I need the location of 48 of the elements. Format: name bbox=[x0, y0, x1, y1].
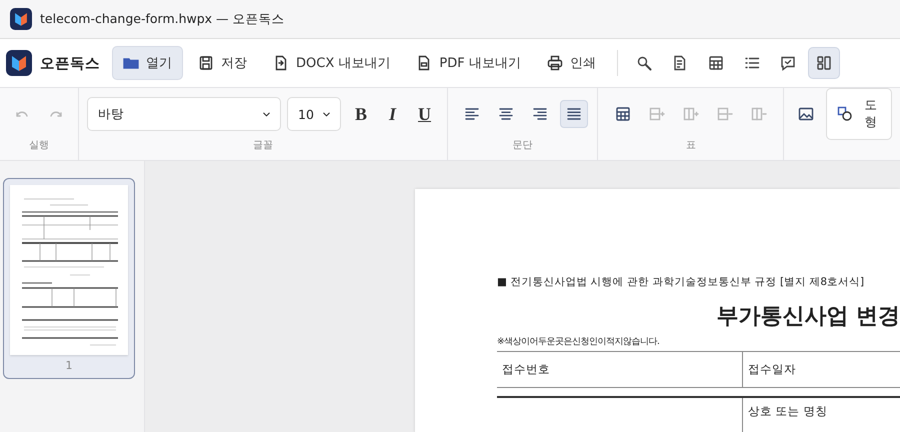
table-cell: 접수일자 bbox=[748, 362, 796, 376]
toolbar-button[interactable]: PDF 내보내기 bbox=[405, 46, 532, 80]
app-logo-icon bbox=[6, 50, 32, 76]
form-reference-text: ■ 전기통신사업법 시행에 관한 과학기술정보통신부 규정 [별지 제8호서식] bbox=[497, 275, 866, 289]
page-number: 1 bbox=[66, 358, 72, 374]
search-icon bbox=[636, 55, 652, 71]
toolbar-button[interactable]: 열기 bbox=[112, 46, 183, 80]
group-label: 글꼴 bbox=[253, 139, 274, 152]
table-icon bbox=[614, 106, 631, 122]
delete-column-icon bbox=[750, 106, 767, 122]
align-right-icon bbox=[532, 106, 548, 122]
delete-row-icon bbox=[716, 106, 733, 122]
table-cell: 접수번호 bbox=[502, 362, 550, 376]
align-button[interactable] bbox=[560, 100, 588, 128]
image-icon bbox=[798, 106, 814, 122]
shape-button[interactable]: 도형 bbox=[826, 88, 892, 140]
toolbar-button[interactable]: 저장 bbox=[187, 46, 258, 80]
group-label: 표 bbox=[686, 139, 696, 152]
font-size-select[interactable]: 10 bbox=[287, 97, 341, 131]
save-icon bbox=[198, 55, 214, 71]
app-name: 오픈독스 bbox=[40, 54, 100, 72]
bold-button[interactable]: B bbox=[347, 100, 376, 128]
underline-button[interactable]: U bbox=[410, 100, 440, 128]
app-logo-icon bbox=[10, 8, 32, 30]
document-title: 부가통신사업 변경 bbox=[715, 303, 900, 331]
printer-icon bbox=[546, 55, 563, 71]
group-label: 문단 bbox=[512, 139, 533, 152]
insert-row-icon bbox=[648, 106, 665, 122]
toolbar-button[interactable]: 인쇄 bbox=[536, 46, 607, 80]
align-left-icon bbox=[464, 106, 480, 122]
insert-column-icon bbox=[682, 106, 699, 122]
window-title: telecom-change-form.hwpx — 오픈독스 bbox=[40, 10, 285, 28]
font-family-select[interactable]: 바탕 bbox=[87, 97, 281, 131]
form-note: ※색상이어두운곳은신청인이적지않습니다. bbox=[497, 336, 660, 348]
align-center-icon bbox=[498, 106, 514, 122]
table-icon bbox=[708, 55, 724, 71]
toolbar-icon-button[interactable] bbox=[808, 47, 840, 79]
toolbar-button[interactable]: DOCX 내보내기 bbox=[262, 46, 402, 80]
list-icon bbox=[744, 55, 760, 71]
italic-button[interactable]: I bbox=[381, 100, 404, 128]
group-label: 실행 bbox=[29, 139, 49, 152]
shapes-icon bbox=[837, 106, 854, 122]
table-cell: 상호 또는 명칭 bbox=[748, 404, 828, 418]
layout-icon bbox=[816, 55, 832, 71]
align-justify-icon bbox=[566, 106, 582, 122]
comment-icon bbox=[780, 55, 796, 71]
document-export-icon bbox=[273, 55, 289, 71]
document-icon bbox=[672, 55, 688, 71]
